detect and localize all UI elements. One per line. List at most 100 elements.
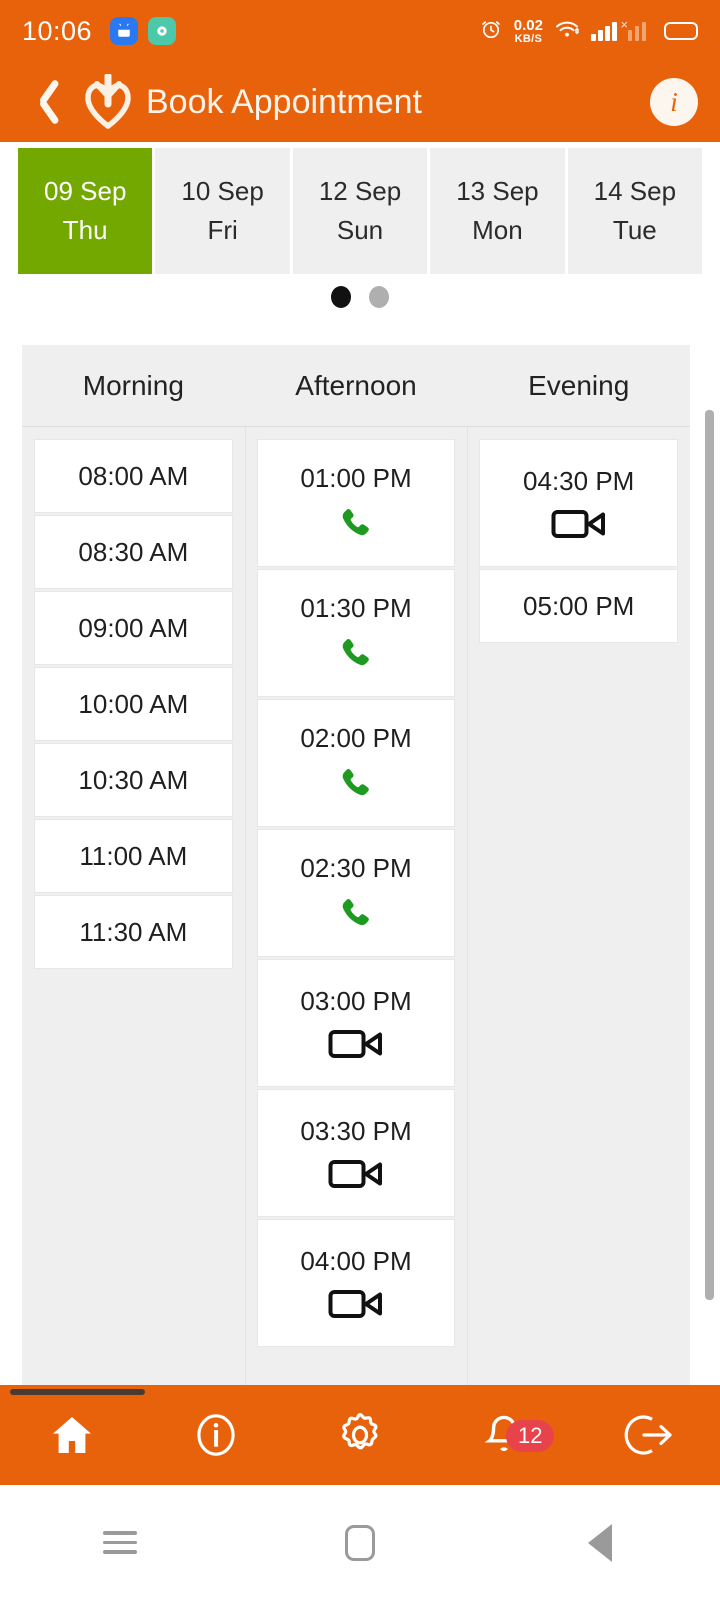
date-tab-day: Fri — [207, 215, 238, 245]
android-home-button[interactable] — [240, 1524, 480, 1561]
time-slot[interactable]: 08:00 AM — [34, 439, 233, 513]
date-tab-date: 12 Sep — [318, 176, 402, 206]
time-slot-label: 03:00 PM — [300, 985, 412, 1016]
column-header-evening: Evening — [528, 369, 630, 401]
phone-call-icon — [336, 764, 376, 804]
time-slot-label: 08:00 AM — [78, 460, 189, 491]
time-slot[interactable]: 01:30 PM — [256, 569, 456, 697]
date-tab-0[interactable]: 09 Sep Thu — [18, 148, 153, 274]
info-circle-icon — [197, 1414, 235, 1456]
phone-call-icon — [336, 504, 376, 544]
network-speed-indicator: 0.02 KB/S — [513, 16, 543, 45]
date-tab-1[interactable]: 10 Sep Fri — [155, 148, 290, 274]
time-slot-label: 03:30 PM — [300, 1115, 412, 1146]
wifi-icon — [554, 19, 580, 44]
phone-call-icon — [336, 894, 376, 934]
app-notification-android-icon — [110, 17, 139, 45]
time-slot-label: 04:30 PM — [523, 465, 635, 496]
battery-icon — [664, 22, 698, 40]
vertical-scrollbar[interactable] — [705, 410, 714, 1300]
time-slot-label: 02:00 PM — [300, 722, 412, 753]
time-slot-label: 04:00 PM — [300, 1245, 412, 1276]
time-slot[interactable]: 09:00 AM — [34, 591, 233, 665]
time-slot[interactable]: 02:30 PM — [256, 829, 456, 957]
time-slot-label: 10:00 AM — [78, 688, 189, 719]
slot-column-headers: Morning Afternoon Evening — [22, 345, 690, 427]
status-bar-notification-icons — [110, 17, 177, 45]
time-slot-label: 11:00 AM — [79, 840, 188, 871]
time-slot[interactable]: 10:00 AM — [34, 667, 233, 741]
date-tab-day: Thu — [62, 215, 108, 245]
date-pager-dots[interactable] — [0, 286, 720, 308]
bottom-navigation-bar: 12 — [0, 1385, 720, 1485]
video-call-icon — [328, 1287, 384, 1321]
time-slot-label: 10:30 AM — [78, 764, 189, 795]
time-slot[interactable]: 03:00 PM — [256, 959, 456, 1087]
status-bar-clock: 10:06 — [22, 15, 93, 46]
heart-cross-logo — [82, 72, 134, 130]
android-back-button[interactable] — [480, 1523, 720, 1562]
time-slot[interactable]: 05:00 PM — [479, 569, 679, 643]
time-slots-panel: Morning Afternoon Evening 08:00 AM 08:30… — [22, 345, 690, 1385]
time-slot[interactable]: 01:00 PM — [256, 439, 456, 567]
date-tab-day: Sun — [336, 215, 384, 245]
slot-column-morning: 08:00 AM 08:30 AM 09:00 AM 10:00 AM 10:3… — [22, 427, 245, 1385]
info-button[interactable]: i — [650, 78, 698, 126]
app-notification-teal-icon — [148, 17, 177, 45]
time-slot-label: 09:00 AM — [78, 612, 189, 643]
back-icon — [588, 1523, 612, 1562]
home-icon — [345, 1524, 375, 1561]
app-screen: 10:06 0.02 KB/S × Book Appointment i 09 … — [0, 0, 720, 1600]
logout-icon — [624, 1415, 672, 1455]
slot-column-evening: 04:30 PM 05:00 PM — [467, 427, 690, 1385]
pager-dot-idle[interactable] — [369, 286, 389, 308]
video-call-icon — [328, 1027, 384, 1061]
time-slot[interactable]: 04:00 PM — [256, 1219, 456, 1347]
nav-info-button[interactable] — [144, 1410, 288, 1460]
date-selector[interactable]: 09 Sep Thu 10 Sep Fri 12 Sep Sun 13 Sep … — [0, 142, 720, 274]
time-slot[interactable]: 10:30 AM — [34, 743, 233, 817]
time-slot[interactable]: 03:30 PM — [256, 1089, 456, 1217]
column-header-afternoon: Afternoon — [295, 369, 417, 401]
nav-home-button[interactable] — [0, 1411, 144, 1459]
slot-columns: 08:00 AM 08:30 AM 09:00 AM 10:00 AM 10:3… — [22, 427, 690, 1385]
date-tab-3[interactable]: 13 Sep Mon — [430, 148, 565, 274]
date-tab-4[interactable]: 14 Sep Tue — [567, 148, 703, 274]
column-header-morning: Morning — [82, 369, 184, 401]
phone-call-icon — [336, 634, 376, 674]
home-icon — [53, 1417, 91, 1453]
signal-bars-icon — [591, 21, 617, 41]
time-slot[interactable]: 04:30 PM — [479, 439, 679, 567]
time-slot[interactable]: 08:30 AM — [34, 515, 233, 589]
time-slot-label: 02:30 PM — [300, 852, 412, 883]
alarm-clock-icon — [479, 17, 503, 46]
slot-column-afternoon: 01:00 PM 01:30 PM 02:00 PM 02:30 PM 03:0… — [244, 427, 468, 1385]
time-slot[interactable]: 11:30 AM — [34, 895, 233, 969]
gear-icon — [342, 1413, 378, 1450]
date-tab-day: Mon — [472, 215, 523, 245]
time-slot[interactable]: 11:00 AM — [34, 819, 233, 893]
back-button[interactable] — [22, 76, 64, 128]
nav-notifications-button[interactable]: 12 — [432, 1410, 576, 1460]
time-slot[interactable]: 02:00 PM — [256, 699, 456, 827]
active-tab-indicator — [10, 1389, 145, 1395]
date-tab-date: 10 Sep — [181, 176, 264, 206]
date-tab-date: 13 Sep — [456, 176, 539, 206]
app-bar: Book Appointment i — [0, 62, 720, 142]
android-system-nav — [0, 1485, 720, 1600]
time-slot-label: 11:30 AM — [79, 916, 188, 947]
date-tab-date: 09 Sep — [44, 176, 127, 206]
time-slot-label: 08:30 AM — [78, 536, 189, 567]
status-bar-system-icons: 0.02 KB/S × — [479, 17, 698, 46]
date-tab-day: Tue — [612, 215, 657, 245]
notification-badge: 12 — [506, 1420, 555, 1452]
pager-dot-active[interactable] — [331, 286, 351, 308]
nav-settings-button[interactable] — [288, 1409, 432, 1461]
nav-logout-button[interactable] — [576, 1409, 720, 1461]
page-title: Book Appointment — [146, 82, 422, 121]
status-bar: 10:06 0.02 KB/S × — [0, 0, 720, 62]
date-tab-2[interactable]: 12 Sep Sun — [292, 148, 428, 274]
recents-icon — [103, 1525, 137, 1560]
signal-no-sim-icon: × — [621, 17, 654, 41]
android-recents-button[interactable] — [0, 1525, 240, 1560]
